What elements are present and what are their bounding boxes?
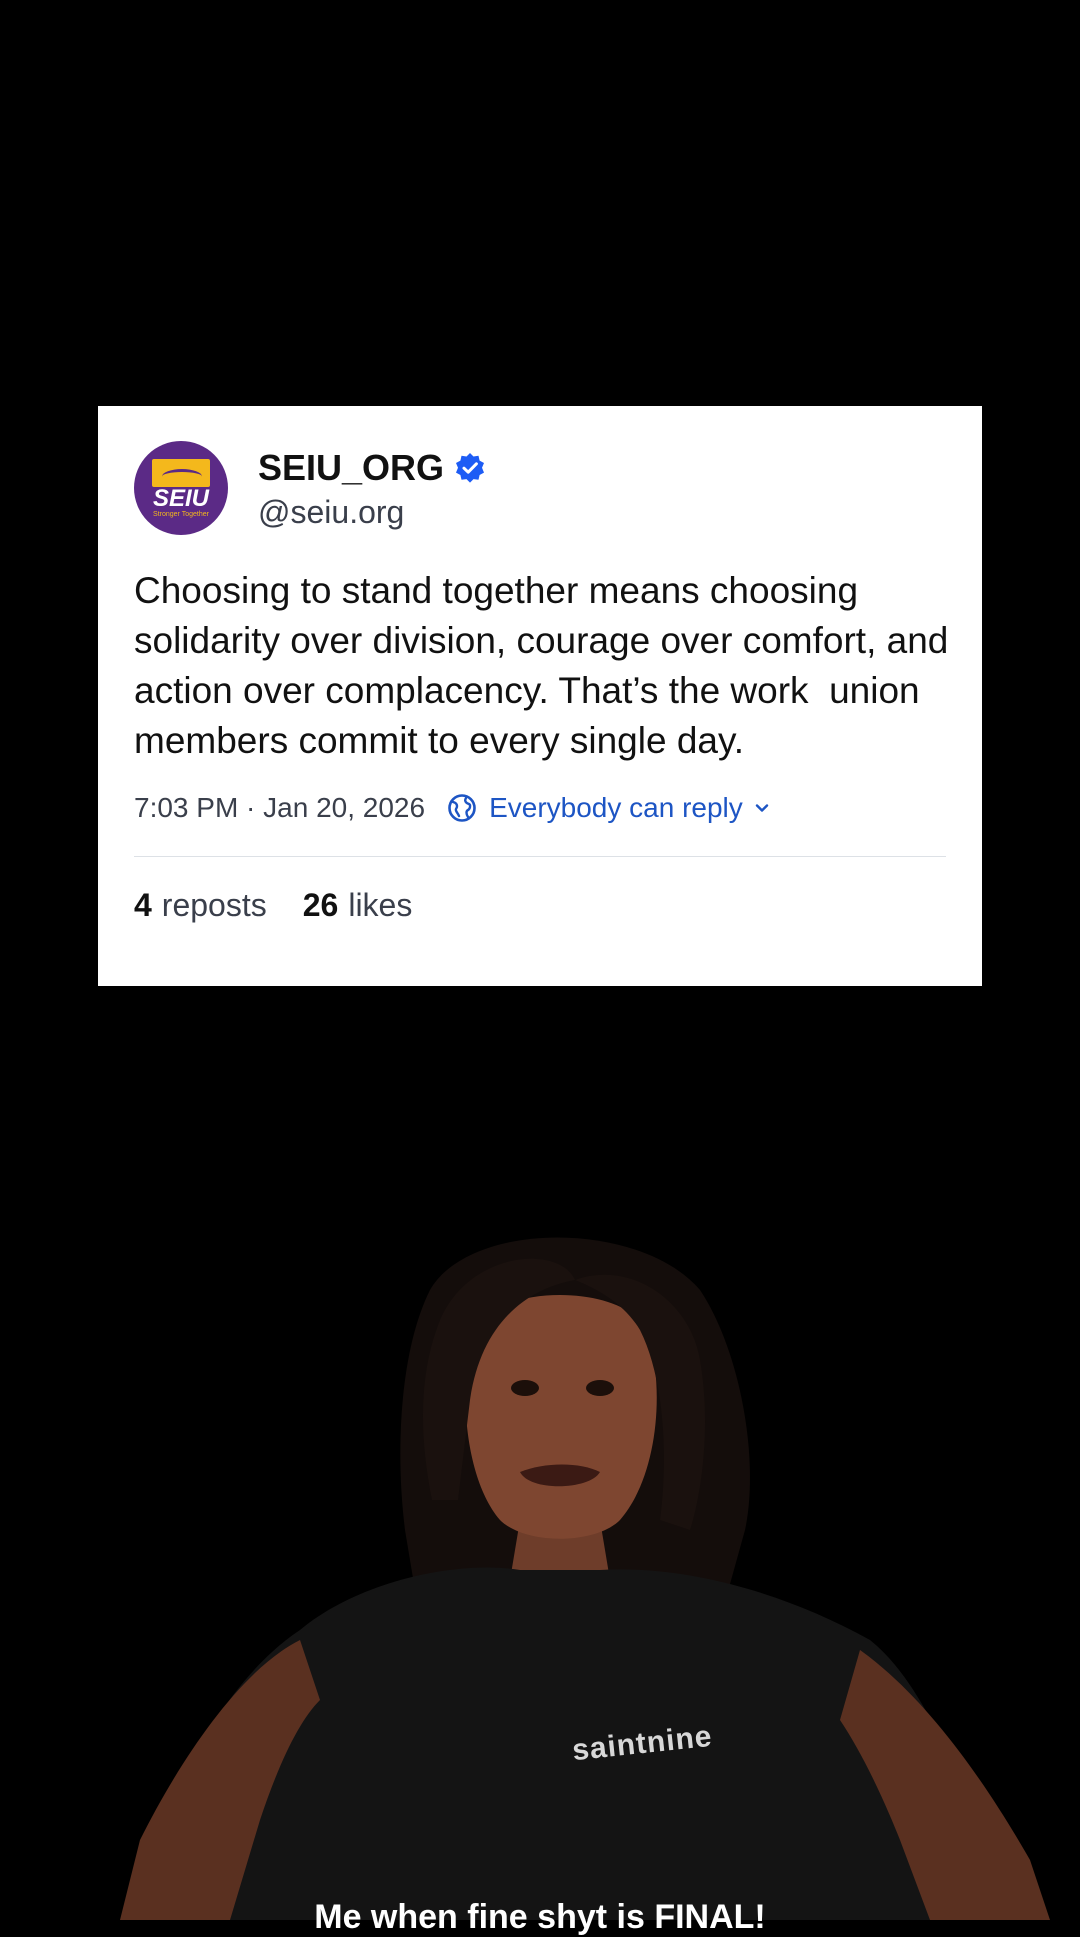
meta-row: 7:03 PM · Jan 20, 2026 Everybody can rep… (134, 788, 946, 828)
verified-check-icon (456, 452, 485, 483)
reposts-count: 4 (134, 886, 152, 923)
post-header: SEIU Stronger Together SEIU_ORG @seiu.or… (134, 440, 946, 536)
likes-label: likes (348, 886, 413, 923)
display-name[interactable]: SEIU_ORG (258, 447, 444, 489)
logo-wordmark: SEIU (152, 485, 209, 512)
name-row: SEIU_ORG (258, 446, 486, 490)
reposts-stat[interactable]: 4 reposts (134, 887, 267, 924)
video-caption: Me when fine shyt is FINAL! (314, 1898, 766, 1936)
post-timestamp[interactable]: 7:03 PM · Jan 20, 2026 (134, 792, 425, 824)
logo-tagline: Stronger Together (153, 511, 209, 518)
reply-setting-button[interactable]: Everybody can reply (447, 792, 771, 824)
likes-stat[interactable]: 26 likes (303, 887, 413, 924)
chevron-down-icon (755, 804, 768, 812)
globe-icon (448, 794, 476, 822)
logo-sun-icon (152, 459, 210, 487)
stats-row: 4 reposts 26 likes (134, 857, 946, 953)
likes-count: 26 (302, 886, 339, 923)
handle[interactable]: @seiu.org (258, 494, 486, 531)
avatar[interactable]: SEIU Stronger Together (134, 441, 228, 535)
reposts-label: reposts (161, 886, 267, 923)
post-text: Choosing to stand together means choosin… (134, 570, 959, 761)
video-area (0, 1200, 1080, 1920)
post-card[interactable]: SEIU Stronger Together SEIU_ORG @seiu.or… (98, 406, 982, 986)
author-block: SEIU_ORG @seiu.org (258, 446, 486, 531)
reply-setting-label: Everybody can reply (489, 792, 743, 823)
person-video-frame (120, 1237, 1050, 1920)
